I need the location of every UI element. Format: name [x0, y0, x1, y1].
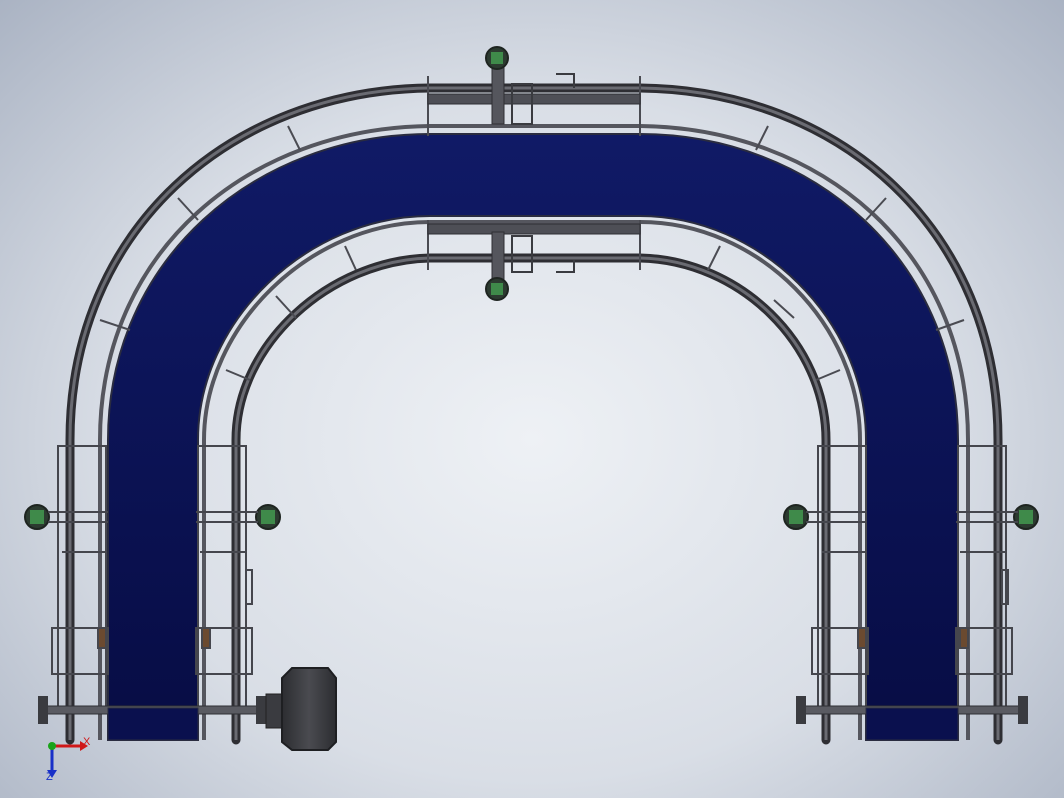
conveyor-assembly-model[interactable]	[0, 0, 1064, 798]
axis-z-label: Z	[46, 771, 53, 783]
right-belt-end	[865, 707, 959, 741]
cad-graphics-viewport[interactable]: X Z	[0, 0, 1064, 798]
drive-motor	[265, 667, 337, 751]
axis-x-label: X	[83, 736, 91, 748]
left-belt-end	[107, 707, 199, 741]
coordinate-triad-icon	[47, 741, 88, 778]
